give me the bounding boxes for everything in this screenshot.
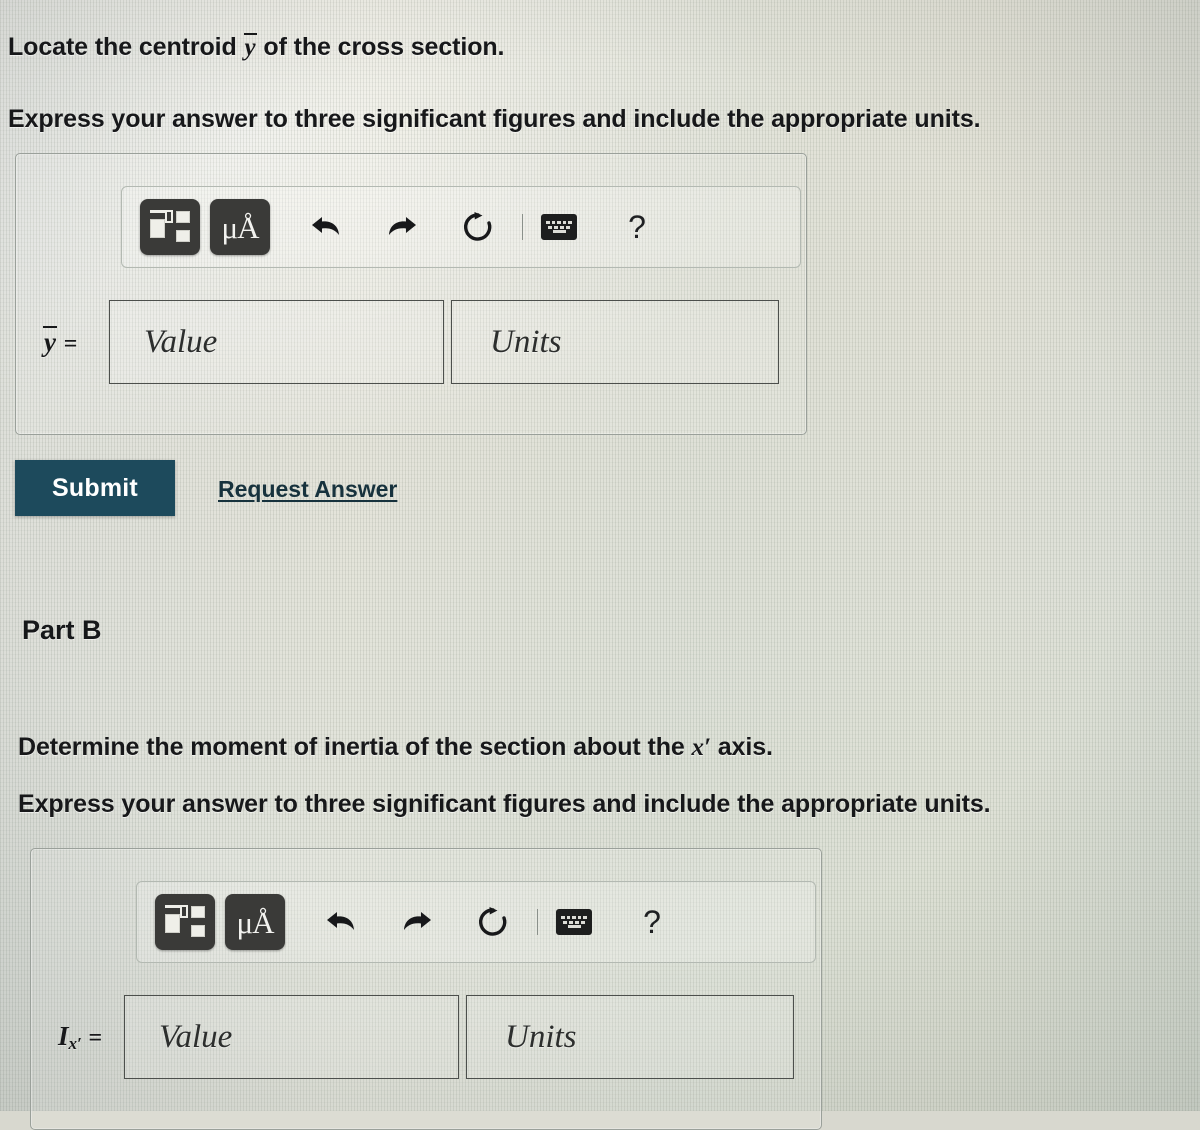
part-a-value-placeholder: Value	[144, 323, 218, 360]
units-button-mu: μ	[221, 209, 238, 245]
math-template-icon	[150, 210, 190, 244]
inertia-symbol: I	[58, 1020, 69, 1051]
part-b-prompt-prefix: Determine the moment of inertia of the s…	[18, 733, 692, 761]
part-a-answer-toolbar: μÅ ?	[121, 186, 801, 268]
math-template-button[interactable]	[140, 199, 200, 255]
centroid-ybar-symbol: y	[243, 33, 257, 61]
ybar-label-symbol: y	[43, 325, 57, 357]
equals-sign: =	[63, 330, 78, 357]
math-template-icon	[165, 905, 205, 939]
part-b-value-placeholder: Value	[159, 1018, 233, 1055]
request-answer-link[interactable]: Request Answer	[218, 476, 397, 503]
units-button-angstrom: Å	[252, 904, 274, 940]
part-a-answer-row: y = Value Units	[43, 300, 793, 384]
part-a-answer-panel: μÅ ? y = Value Units	[15, 153, 807, 435]
part-a-answer-label: y =	[43, 325, 109, 358]
submit-button[interactable]: Submit	[15, 460, 175, 516]
inertia-subscript: x′	[68, 1033, 82, 1053]
part-b-answer-panel: μÅ ? Ix′ = Value Units	[30, 848, 822, 1130]
part-a-units-input[interactable]: Units	[451, 300, 779, 384]
units-button-angstrom: Å	[237, 209, 259, 245]
part-a-prompt-line-2: Express your answer to three significant…	[8, 105, 981, 133]
units-button[interactable]: μÅ	[225, 894, 285, 950]
units-button[interactable]: μÅ	[210, 199, 270, 255]
undo-icon[interactable]	[300, 202, 352, 252]
help-icon[interactable]: ?	[611, 202, 663, 252]
units-button-mu: μ	[236, 904, 253, 940]
part-b-answer-toolbar: μÅ ?	[136, 881, 816, 963]
part-b-answer-row: Ix′ = Value Units	[58, 995, 808, 1079]
part-b-prompt-suffix: axis.	[710, 733, 773, 761]
part-a-units-placeholder: Units	[490, 323, 562, 360]
part-b-prompt-line-2: Express your answer to three significant…	[18, 790, 991, 818]
help-icon[interactable]: ?	[626, 897, 678, 947]
redo-icon[interactable]	[376, 202, 428, 252]
undo-icon[interactable]	[315, 897, 367, 947]
keyboard-icon[interactable]	[533, 202, 585, 252]
part-b-units-input[interactable]: Units	[466, 995, 794, 1079]
toolbar-divider	[522, 214, 523, 240]
part-b-value-input[interactable]: Value	[124, 995, 459, 1079]
toolbar-divider	[537, 909, 538, 935]
part-b-units-placeholder: Units	[505, 1018, 577, 1055]
part-a-prompt-line-1: Locate the centroid y of the cross secti…	[8, 33, 505, 62]
part-b-heading: Part B	[22, 615, 102, 645]
part-a-prompt-suffix: of the cross section.	[256, 33, 505, 61]
keyboard-icon[interactable]	[548, 897, 600, 947]
reset-icon[interactable]	[452, 202, 504, 252]
part-b-answer-label: Ix′ =	[58, 1021, 124, 1054]
equals-sign: =	[88, 1024, 103, 1051]
redo-icon[interactable]	[391, 897, 443, 947]
reset-icon[interactable]	[467, 897, 519, 947]
part-b-prompt-line-1: Determine the moment of inertia of the s…	[18, 733, 773, 762]
part-a-prompt-prefix: Locate the centroid	[8, 33, 244, 61]
math-template-button[interactable]	[155, 894, 215, 950]
part-a-value-input[interactable]: Value	[109, 300, 444, 384]
x-prime-symbol: x′	[691, 734, 711, 761]
